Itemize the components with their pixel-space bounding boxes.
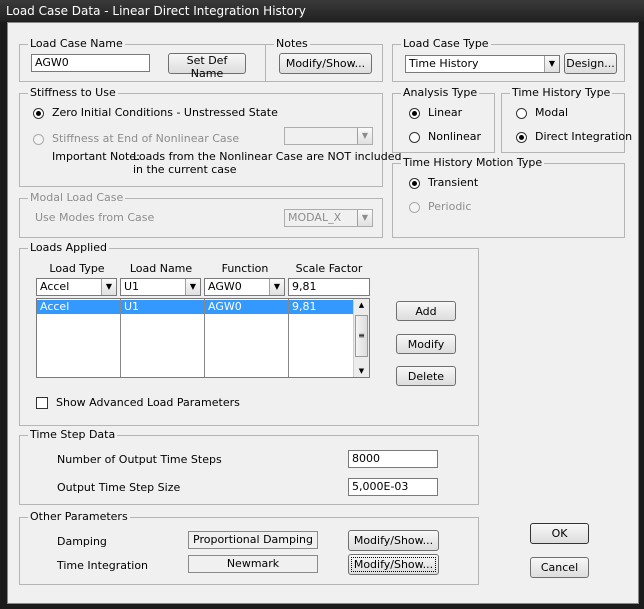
set-def-name-button[interactable]: Set Def Name [168, 53, 246, 80]
zero-initial-label: Zero Initial Conditions - Unstressed Sta… [52, 106, 278, 119]
zero-initial-radio[interactable] [33, 108, 44, 119]
nonlinear-stiffness-label: Stiffness at End of Nonlinear Case [52, 132, 240, 145]
load-case-name-legend: Load Case Name [28, 37, 125, 51]
analysis-type-legend: Analysis Type [401, 86, 480, 100]
nonlinear-stiffness-radio[interactable] [33, 134, 44, 145]
cancel-button[interactable]: Cancel [530, 557, 589, 578]
use-modes-label: Use Modes from Case [35, 211, 155, 224]
th-direct-integration-radio[interactable] [516, 132, 527, 143]
window-title: Load Case Data - Linear Direct Integrati… [0, 0, 644, 22]
analysis-type-group: Analysis Type [392, 86, 495, 153]
loads-list-scrollbar[interactable]: ▲ ≡ ▼ [353, 299, 369, 377]
analysis-linear-label: Linear [428, 106, 463, 119]
chevron-down-icon: ▼ [185, 279, 200, 295]
stiffness-legend: Stiffness to Use [28, 86, 118, 100]
modify-load-button[interactable]: Modify [396, 334, 456, 354]
ok-button[interactable]: OK [530, 523, 589, 544]
loads-list[interactable]: Accel U1 AGW0 9,81 ▲ ≡ ▼ [36, 298, 370, 378]
analysis-nonlinear-radio[interactable] [409, 132, 420, 143]
num-steps-label: Number of Output Time Steps [57, 453, 222, 466]
motion-periodic-radio[interactable] [409, 202, 420, 213]
notes-legend: Notes [274, 37, 310, 51]
chevron-down-icon: ▼ [269, 279, 284, 295]
motion-type-legend: Time History Motion Type [401, 156, 545, 170]
time-integration-label: Time Integration [57, 559, 149, 572]
scroll-up-icon[interactable]: ▲ [354, 301, 369, 309]
col-header-function: Function [221, 262, 269, 275]
show-advanced-label: Show Advanced Load Parameters [56, 396, 240, 409]
damping-label: Damping [57, 535, 107, 548]
load-case-type-select[interactable]: Time History ▼ [405, 55, 560, 73]
important-note-line2: in the current case [133, 163, 237, 176]
nonlinear-case-select[interactable]: ▼ [284, 127, 373, 145]
function-select[interactable]: AGW0 ▼ [204, 278, 285, 296]
th-direct-integration-label: Direct Integration [535, 130, 633, 143]
delete-load-button[interactable]: Delete [396, 366, 456, 386]
motion-type-group: Time History Motion Type [392, 156, 625, 238]
loads-applied-legend: Loads Applied [28, 241, 109, 255]
design-button[interactable]: Design... [564, 53, 617, 74]
load-case-type-selected: Time History [409, 57, 479, 70]
chevron-down-icon: ▼ [357, 210, 372, 226]
list-row-function[interactable]: AGW0 [205, 300, 288, 314]
load-name-selected: U1 [124, 280, 140, 293]
chevron-down-icon: ▼ [101, 279, 116, 295]
time-integration-value: Newmark [188, 555, 318, 573]
other-params-legend: Other Parameters [28, 510, 130, 524]
time-history-type-group: Time History Type [501, 86, 625, 153]
motion-periodic-label: Periodic [428, 200, 472, 213]
list-row-scale-factor[interactable]: 9,81 [289, 300, 354, 314]
notes-modify-show-button[interactable]: Modify/Show... [279, 53, 372, 74]
scroll-down-icon[interactable]: ▼ [354, 367, 369, 375]
load-type-select[interactable]: Accel ▼ [36, 278, 117, 296]
list-row-load-name[interactable]: U1 [121, 300, 204, 314]
scale-factor-input[interactable]: 9,81 [288, 278, 370, 296]
add-load-button[interactable]: Add [396, 301, 456, 321]
damping-modify-show-button[interactable]: Modify/Show... [348, 530, 439, 551]
th-modal-label: Modal [535, 106, 568, 119]
col-header-scale-factor: Scale Factor [295, 262, 363, 275]
load-case-name-input[interactable]: AGW0 [31, 54, 150, 72]
motion-transient-radio[interactable] [409, 178, 420, 189]
function-selected: AGW0 [208, 280, 242, 293]
scroll-thumb[interactable]: ≡ [355, 315, 368, 357]
motion-transient-label: Transient [428, 176, 479, 189]
analysis-linear-radio[interactable] [409, 108, 420, 119]
damping-value: Proportional Damping [188, 531, 318, 549]
modal-case-select[interactable]: MODAL_X ▼ [284, 209, 373, 227]
chevron-down-icon: ▼ [357, 128, 372, 144]
integration-modify-show-button[interactable]: Modify/Show... [348, 554, 439, 575]
time-step-legend: Time Step Data [28, 428, 118, 442]
chevron-down-icon: ▼ [544, 56, 559, 72]
dialog-body: Load Case Name AGW0 Set Def Name Notes M… [7, 22, 639, 604]
time-history-type-legend: Time History Type [510, 86, 613, 100]
step-size-label: Output Time Step Size [57, 481, 181, 494]
list-row-load-type[interactable]: Accel [37, 300, 120, 314]
step-size-input[interactable]: 5,000E-03 [348, 478, 438, 496]
important-note-line1: Loads from the Nonlinear Case are NOT in… [133, 150, 402, 163]
col-header-load-type: Load Type [49, 262, 105, 275]
show-advanced-checkbox[interactable] [36, 397, 48, 409]
important-note-label: Important Note: [52, 150, 140, 163]
col-header-load-name: Load Name [129, 262, 193, 275]
load-case-type-legend: Load Case Type [401, 37, 491, 51]
th-modal-radio[interactable] [516, 108, 527, 119]
modal-case-selected: MODAL_X [288, 211, 342, 224]
load-name-select[interactable]: U1 ▼ [120, 278, 201, 296]
modal-load-case-legend: Modal Load Case [28, 191, 126, 205]
load-type-selected: Accel [40, 280, 70, 293]
num-steps-input[interactable]: 8000 [348, 450, 438, 468]
analysis-nonlinear-label: Nonlinear [428, 130, 482, 143]
